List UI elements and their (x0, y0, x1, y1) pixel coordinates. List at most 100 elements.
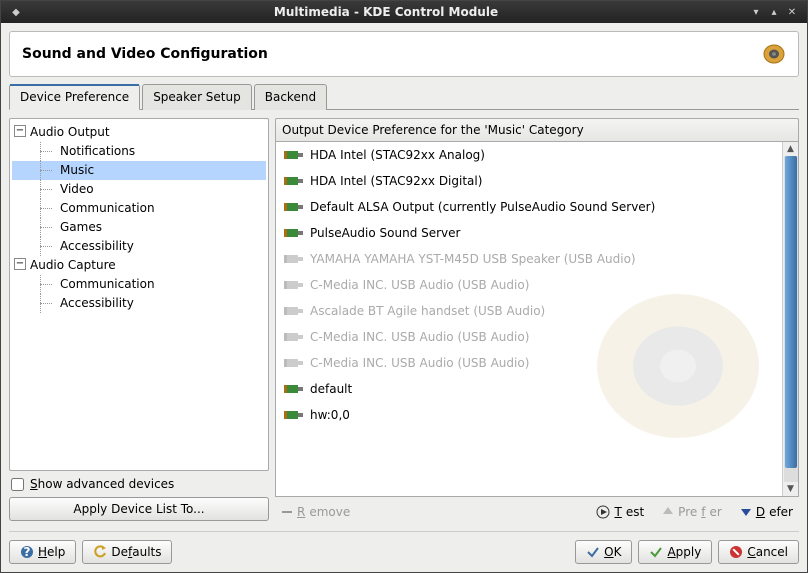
device-label: Ascalade BT Agile handset (USB Audio) (310, 304, 545, 318)
tab-label: Device Preference (20, 90, 129, 104)
category-tree[interactable]: − Audio Output Notifications Music Video… (9, 118, 269, 471)
tree-label: Communication (60, 277, 155, 291)
device-label: HDA Intel (STAC92xx Analog) (310, 148, 485, 162)
scroll-down-icon[interactable]: ▼ (784, 482, 798, 496)
check-icon (586, 545, 600, 559)
device-item[interactable]: hw:0,0 (276, 402, 782, 428)
device-label: hw:0,0 (310, 408, 350, 422)
test-button[interactable]: Test (592, 503, 648, 521)
tree-node-cap-communication[interactable]: Communication (12, 275, 266, 294)
scroll-track[interactable] (784, 156, 798, 482)
tree-label: Audio Output (30, 125, 110, 139)
tab-bar: Device Preference Speaker Setup Backend (9, 83, 799, 110)
check-icon (649, 545, 663, 559)
minus-icon (281, 506, 293, 518)
module-title: Sound and Video Configuration (22, 46, 762, 62)
window: ◆ Multimedia - KDE Control Module ▾ ▴ ✕ … (0, 0, 808, 573)
tree-node-notifications[interactable]: Notifications (12, 142, 266, 161)
arrow-up-icon (662, 506, 674, 518)
tab-backend[interactable]: Backend (254, 84, 327, 110)
tree-node-audio-capture[interactable]: − Audio Capture (12, 256, 266, 275)
device-item[interactable]: C-Media INC. USB Audio (USB Audio) (276, 350, 782, 376)
right-column: Output Device Preference for the 'Music'… (275, 118, 799, 521)
stop-icon (729, 545, 743, 559)
scroll-thumb[interactable] (785, 156, 797, 468)
window-title: Multimedia - KDE Control Module (25, 5, 747, 19)
device-item[interactable]: C-Media INC. USB Audio (USB Audio) (276, 324, 782, 350)
device-label: Default ALSA Output (currently PulseAudi… (310, 200, 655, 214)
device-item[interactable]: PulseAudio Sound Server (276, 220, 782, 246)
tree-label: Audio Capture (30, 258, 116, 272)
defaults-button[interactable]: Defaults (82, 540, 172, 564)
ok-button[interactable]: OK (575, 540, 632, 564)
apply-device-list-button[interactable]: Apply Device List To... (9, 497, 269, 521)
show-advanced-checkbox[interactable] (11, 478, 24, 491)
sound-card-icon (284, 382, 304, 396)
arrow-down-icon (740, 506, 752, 518)
tree-label: Accessibility (60, 239, 134, 253)
svg-text:?: ? (24, 545, 31, 559)
collapse-icon[interactable]: − (14, 258, 26, 270)
window-menu-icon[interactable]: ◆ (9, 5, 23, 19)
tree-node-music[interactable]: Music (12, 161, 266, 180)
device-label: HDA Intel (STAC92xx Digital) (310, 174, 482, 188)
tab-speaker-setup[interactable]: Speaker Setup (142, 84, 252, 110)
tab-device-preference[interactable]: Device Preference (9, 84, 140, 110)
titlebar[interactable]: ◆ Multimedia - KDE Control Module ▾ ▴ ✕ (1, 1, 807, 23)
apply-button[interactable]: Apply (638, 540, 712, 564)
tree-label: Music (60, 163, 94, 177)
device-item[interactable]: default (276, 376, 782, 402)
tab-label: Backend (265, 90, 316, 104)
left-column: − Audio Output Notifications Music Video… (9, 118, 269, 521)
close-icon[interactable]: ✕ (785, 5, 799, 19)
device-item[interactable]: Ascalade BT Agile handset (USB Audio) (276, 298, 782, 324)
device-label: C-Media INC. USB Audio (USB Audio) (310, 278, 529, 292)
minimize-icon[interactable]: ▾ (749, 5, 763, 19)
sound-card-icon (284, 304, 304, 318)
button-label: Apply Device List To... (73, 502, 204, 516)
device-item[interactable]: HDA Intel (STAC92xx Digital) (276, 168, 782, 194)
tree-node-video[interactable]: Video (12, 180, 266, 199)
device-item[interactable]: Default ALSA Output (currently PulseAudi… (276, 194, 782, 220)
collapse-icon[interactable]: − (14, 125, 26, 137)
tree-node-cap-accessibility[interactable]: Accessibility (12, 294, 266, 313)
prefer-button[interactable]: Prefer (658, 503, 726, 521)
content: Sound and Video Configuration Device Pre… (1, 23, 807, 572)
device-label: C-Media INC. USB Audio (USB Audio) (310, 330, 529, 344)
dialog-footer: ? Help Defaults OK Apply Cancel (9, 531, 799, 564)
tree-label: Accessibility (60, 296, 134, 310)
tree-node-communication[interactable]: Communication (12, 199, 266, 218)
sound-card-icon (284, 226, 304, 240)
cancel-button[interactable]: Cancel (718, 540, 799, 564)
show-advanced-label: Show advanced devices (30, 477, 174, 491)
sound-card-icon (284, 278, 304, 292)
sound-card-icon (284, 148, 304, 162)
help-icon: ? (20, 545, 34, 559)
scroll-up-icon[interactable]: ▲ (784, 142, 798, 156)
device-item[interactable]: YAMAHA YAMAHA YST-M45D USB Speaker (USB … (276, 246, 782, 272)
speaker-icon (762, 42, 786, 66)
device-label: default (310, 382, 352, 396)
device-label: YAMAHA YAMAHA YST-M45D USB Speaker (USB … (310, 252, 636, 266)
tree-node-accessibility[interactable]: Accessibility (12, 237, 266, 256)
defer-button[interactable]: Defer (736, 503, 797, 521)
tree-label: Games (60, 220, 102, 234)
sound-card-icon (284, 174, 304, 188)
device-scroll[interactable]: HDA Intel (STAC92xx Analog) HDA Intel (ST… (276, 142, 782, 496)
play-icon (596, 505, 610, 519)
tree-node-audio-output[interactable]: − Audio Output (12, 123, 266, 142)
sound-card-icon (284, 252, 304, 266)
remove-button[interactable]: Remove (277, 503, 354, 521)
help-button[interactable]: ? Help (9, 540, 76, 564)
device-item[interactable]: C-Media INC. USB Audio (USB Audio) (276, 272, 782, 298)
tree-node-games[interactable]: Games (12, 218, 266, 237)
maximize-icon[interactable]: ▴ (767, 5, 781, 19)
device-list: HDA Intel (STAC92xx Analog) HDA Intel (ST… (275, 141, 799, 497)
device-label: PulseAudio Sound Server (310, 226, 460, 240)
scrollbar[interactable]: ▲ ▼ (782, 142, 798, 496)
device-label: C-Media INC. USB Audio (USB Audio) (310, 356, 529, 370)
module-header: Sound and Video Configuration (9, 31, 799, 77)
tab-body: − Audio Output Notifications Music Video… (9, 110, 799, 527)
sound-card-icon (284, 200, 304, 214)
device-item[interactable]: HDA Intel (STAC92xx Analog) (276, 142, 782, 168)
